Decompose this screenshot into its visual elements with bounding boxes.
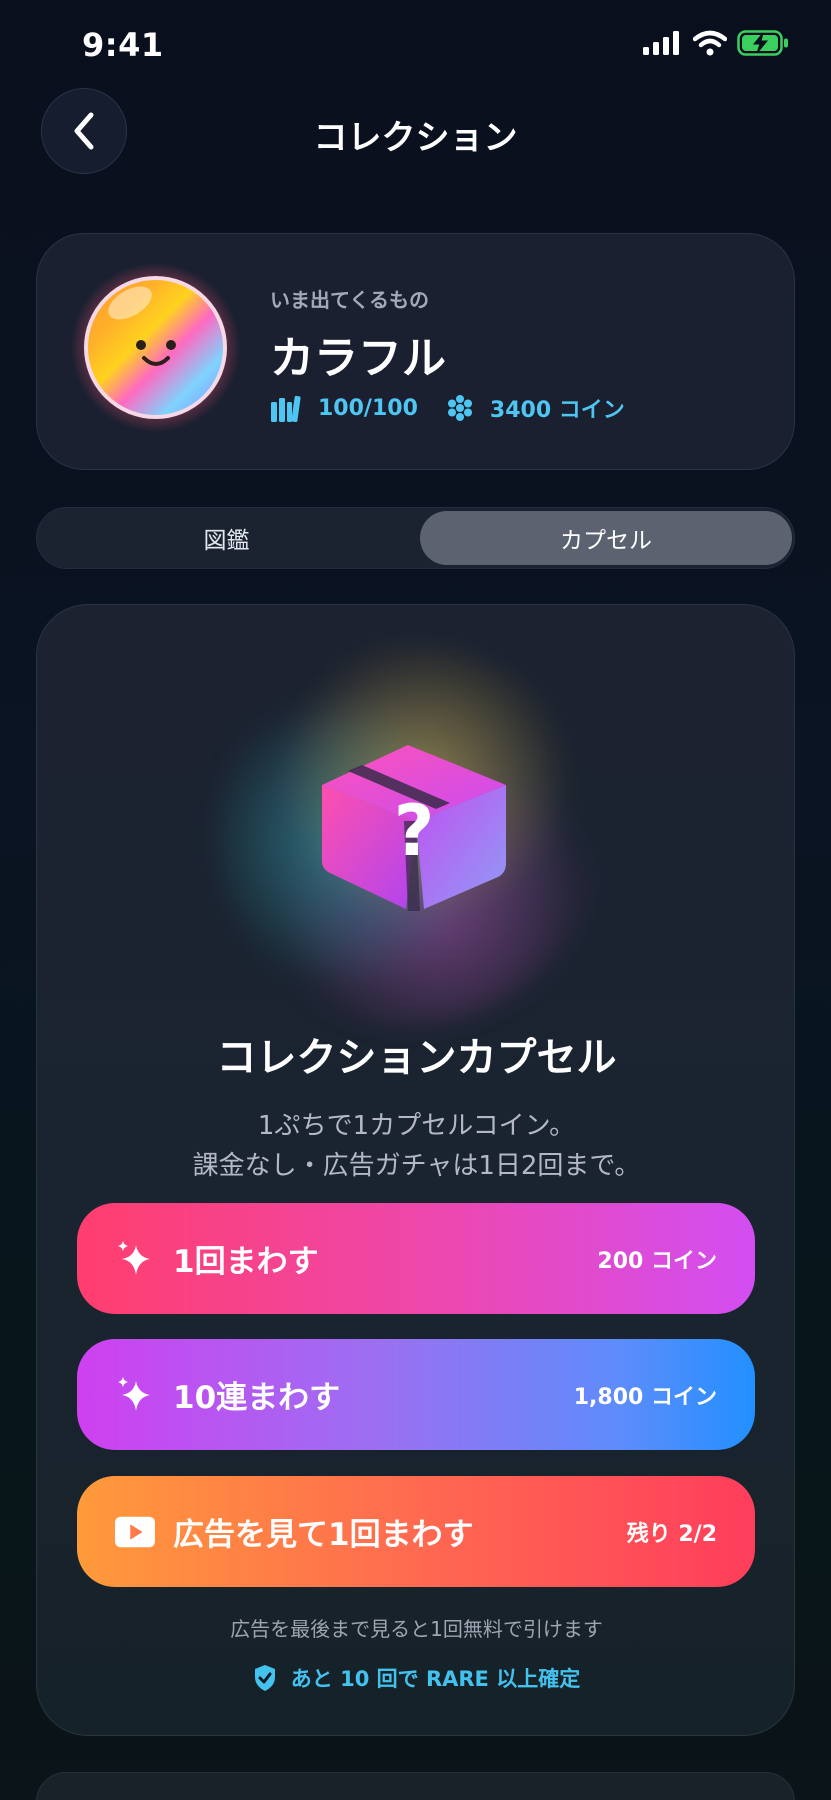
watch-ad-label: 広告を見て1回まわす [173, 1517, 474, 1553]
current-item-avatar [70, 262, 241, 433]
watch-ad-spin-button[interactable]: 広告を見て1回まわす 残り 2/2 [77, 1476, 755, 1587]
spin-once-label: 1回まわす [173, 1244, 319, 1280]
page-title: コレクション [313, 118, 518, 158]
capsule-desc-line1: 1ぷちで1カプセルコイン。 [257, 1111, 576, 1141]
capsule-card: ? コレクションカプセル 1ぷちで1カプセルコイン。 課金なし・広告ガチャは1日… [36, 604, 795, 1736]
coin-balance: 3400 コイン [489, 398, 625, 423]
books-icon [270, 394, 302, 422]
sparkles-icon [115, 1375, 155, 1415]
tab-zukan[interactable]: 図鑑 [40, 511, 413, 565]
coins-icon [446, 394, 474, 422]
battery-icon [737, 30, 788, 56]
status-time: 9:41 [82, 26, 164, 64]
tab-capsule[interactable]: カプセル [420, 511, 792, 565]
svg-text:?: ? [394, 790, 435, 872]
mystery-box-icon: ? [322, 745, 506, 911]
status-bar: 9:41 [0, 0, 831, 92]
sparkles-icon [115, 1239, 155, 1279]
smiley-face-icon [136, 340, 176, 366]
spin-ten-label: 10連まわす [173, 1380, 341, 1416]
spin-once-price: 200 コイン [597, 1248, 717, 1274]
play-icon [115, 1516, 155, 1548]
rare-note: あと 10 回で RARE 以上確定 [290, 1667, 581, 1691]
shield-check-icon [253, 1664, 277, 1692]
ad-remaining: 残り 2/2 [626, 1521, 717, 1547]
current-item-card: いま出てくるもの カラフル 100/100 3400 コイン [36, 233, 795, 470]
capsule-title: コレクションカプセル [216, 1035, 617, 1081]
rare-guarantee: あと 10 回で RARE 以上確定 [37, 1663, 794, 1693]
current-name: カラフル [270, 333, 446, 384]
spin-once-button[interactable]: 1回まわす 200 コイン [77, 1203, 755, 1314]
spin-ten-price: 1,800 コイン [573, 1384, 717, 1410]
status-icons [643, 30, 789, 56]
collection-count: 100/100 [318, 395, 418, 421]
segmented-control: 図鑑 カプセル [36, 507, 795, 569]
spin-ten-button[interactable]: 10連まわす 1,800 コイン [77, 1339, 755, 1450]
wifi-icon [693, 30, 727, 56]
signal-icon [643, 31, 679, 55]
current-stats: 100/100 3400 コイン [270, 392, 625, 424]
ad-note: 広告を最後まで見ると1回無料で引けます [230, 1617, 603, 1641]
nav-bar: コレクション [0, 88, 831, 180]
capsule-desc-line2: 課金なし・広告ガチャは1日2回まで。 [192, 1151, 641, 1181]
current-label: いま出てくるもの [270, 288, 429, 312]
next-card-peek [36, 1772, 795, 1800]
